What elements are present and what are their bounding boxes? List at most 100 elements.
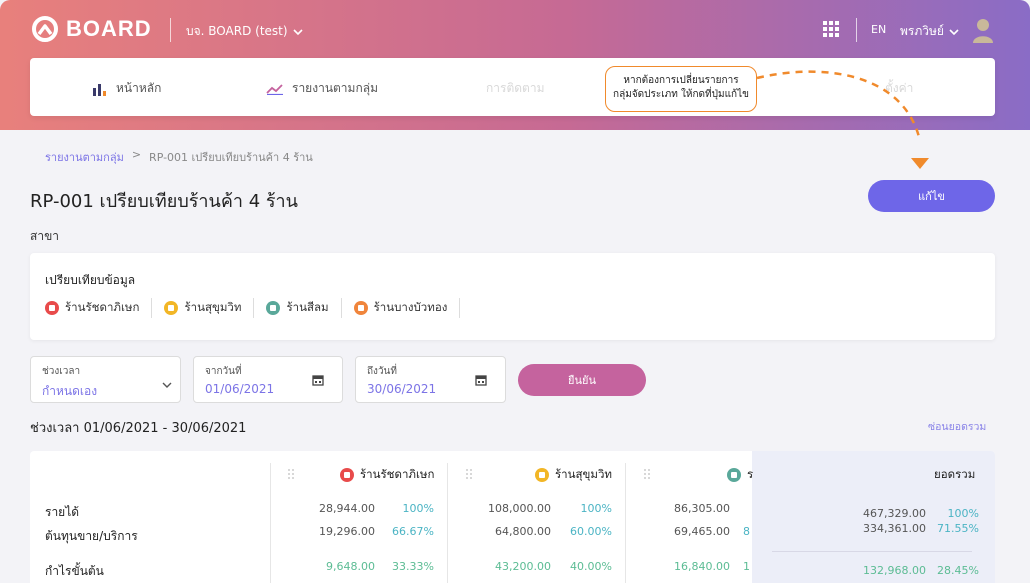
period-label: ช่วงเวลา (42, 366, 81, 377)
cell-percent: 33.33% (392, 560, 434, 573)
cell-value: 64,800.00 (495, 525, 551, 538)
store-chip[interactable]: ร้านรัชดาภิเษก (45, 298, 153, 318)
logo[interactable]: BOARD (30, 14, 152, 44)
column-header: ร้านสุขุมวิท (535, 466, 612, 484)
cell-percent: 40.00% (570, 560, 612, 573)
total-value: 467,329.00 (863, 507, 926, 520)
edit-hint-tooltip: หากต้องการเปลี่ยนรายการ กลุ่มจัดประเภท ใ… (605, 66, 757, 112)
company-name: บจ. BOARD (test) (186, 24, 288, 38)
cell-value: 86,305.00 (674, 502, 730, 515)
tooltip-line-2: กลุ่มจัดประเภท ให้กดที่ปุ่มแก้ไข (613, 89, 749, 100)
from-date-value: 01/06/2021 (205, 382, 275, 396)
breadcrumb-parent-link[interactable]: รายงานตามกลุ่ม (45, 148, 124, 166)
store-list: ร้านรัชดาภิเษก ร้านสุขุมวิท ร้านสีลม ร้า… (45, 298, 472, 318)
store-chip[interactable]: ร้านสุขุมวิท (164, 298, 255, 318)
store-name: ร้านสีลม (286, 300, 329, 314)
from-date-field[interactable]: จากวันที่ 01/06/2021 (193, 356, 343, 403)
total-percent: 100% (947, 507, 979, 520)
user-menu[interactable]: พรภวิษย์ (900, 22, 959, 41)
header-divider (170, 18, 171, 42)
cell-value: 19,296.00 (319, 525, 375, 538)
breadcrumb-current: RP-001 เปรียบเทียบร้านค้า 4 ร้าน (149, 151, 313, 164)
edit-button[interactable]: แก้ไข (868, 180, 995, 212)
page-title: RP-001 เปรียบเทียบร้านค้า 4 ร้าน (30, 191, 298, 212)
store-icon (340, 468, 354, 482)
column-header: ร้านรัชดาภิเษก (340, 466, 434, 484)
nav-tracking-label: การติดตาม (486, 81, 545, 95)
language-switch[interactable]: EN (871, 23, 886, 36)
cell-value: 28,944.00 (319, 502, 375, 515)
company-selector[interactable]: บจ. BOARD (test) (186, 22, 303, 41)
total-divider (772, 551, 972, 552)
store-icon (727, 468, 741, 482)
row-label: ต้นทุนขาย/บริการ (45, 529, 138, 543)
compare-title: เปรียบเทียบข้อมูล (45, 273, 136, 287)
branch-label: สาขา (30, 229, 60, 243)
total-header-label: ยอดรวม (934, 467, 976, 481)
to-date-value: 30/06/2021 (367, 382, 437, 396)
from-date-label: จากวันที่ (205, 366, 242, 377)
tooltip-line-1: หากต้องการเปลี่ยนรายการ (623, 75, 739, 86)
nav-home[interactable]: หน้าหลัก (92, 79, 161, 98)
drag-handle-icon[interactable] (465, 468, 473, 480)
total-value: 132,968.00 (863, 564, 926, 577)
top-bar: BOARD บจ. BOARD (test) EN พรภวิษย์ (0, 0, 1030, 58)
period-value: กำหนดเอง (42, 384, 98, 398)
column-header-label: ร้านสุขุมวิท (555, 467, 612, 481)
user-name: พรภวิษย์ (900, 24, 944, 38)
comparison-table: ร้านรัชดาภิเษก ร้านสุขุมวิท ร ยอดรวม ราย… (30, 451, 995, 583)
store-name: ร้านรัชดาภิเษก (65, 300, 140, 314)
hide-total-link[interactable]: ซ่อนยอดรวม (928, 418, 986, 435)
period-heading: ช่วงเวลา 01/06/2021 - 30/06/2021 (30, 421, 247, 436)
row-label: กำไรขั้นต้น (45, 564, 104, 578)
cell-value: 43,200.00 (495, 560, 551, 573)
total-header: ยอดรวม (934, 466, 975, 484)
column-header: ร (727, 466, 753, 484)
calendar-icon[interactable] (475, 374, 487, 386)
header-divider (856, 18, 857, 42)
nav-group-report[interactable]: รายงานตามกลุ่ม (266, 79, 378, 98)
board-logo-icon (32, 16, 58, 42)
cell-value: 9,648.00 (326, 560, 375, 573)
store-icon (45, 301, 59, 315)
column-divider (447, 463, 448, 583)
drag-handle-icon[interactable] (643, 468, 651, 480)
store-icon (535, 468, 549, 482)
bar-chart-icon (93, 83, 106, 96)
column-divider (625, 463, 626, 583)
column-header-label: ร้านรัชดาภิเษก (360, 467, 435, 481)
cell-percent: 66.67% (392, 525, 434, 538)
store-chip[interactable]: ร้านสีลม (266, 298, 342, 318)
cell-percent: 100% (580, 502, 612, 515)
store-name: ร้านสุขุมวิท (184, 300, 242, 314)
nav-tracking[interactable]: การติดตาม (486, 79, 544, 98)
avatar[interactable] (971, 17, 995, 43)
nav-group-report-label: รายงานตามกลุ่ม (292, 81, 378, 95)
store-icon (266, 301, 281, 315)
compare-card: เปรียบเทียบข้อมูล ร้านรัชดาภิเษก ร้านสุข… (30, 253, 995, 340)
to-date-field[interactable]: ถึงวันที่ 30/06/2021 (355, 356, 506, 403)
row-label: รายได้ (45, 505, 80, 519)
column-divider (270, 463, 271, 583)
column-header-label: ร (747, 467, 754, 481)
confirm-button[interactable]: ยืนยัน (518, 364, 646, 396)
logo-text: BOARD (66, 16, 152, 41)
total-percent: 28.45% (937, 564, 979, 577)
drag-handle-icon[interactable] (287, 468, 295, 480)
store-name: ร้านบางบัวทอง (373, 300, 448, 314)
calendar-icon[interactable] (312, 374, 324, 386)
store-icon (164, 301, 179, 315)
period-select[interactable]: ช่วงเวลา กำหนดเอง (30, 356, 181, 403)
chevron-down-icon (949, 28, 959, 35)
cell-percent: 8 (743, 525, 750, 538)
to-date-label: ถึงวันที่ (367, 366, 397, 377)
total-percent: 71.55% (937, 522, 979, 535)
store-chip[interactable]: ร้านบางบัวทอง (353, 298, 461, 318)
trend-line-icon (266, 83, 283, 95)
total-value: 334,361.00 (863, 522, 926, 535)
dashed-arrow-icon (756, 70, 929, 169)
cell-percent: 1 (743, 560, 750, 573)
cell-percent: 60.00% (570, 525, 612, 538)
apps-grid-icon[interactable] (823, 21, 839, 37)
chevron-down-icon (292, 28, 303, 35)
